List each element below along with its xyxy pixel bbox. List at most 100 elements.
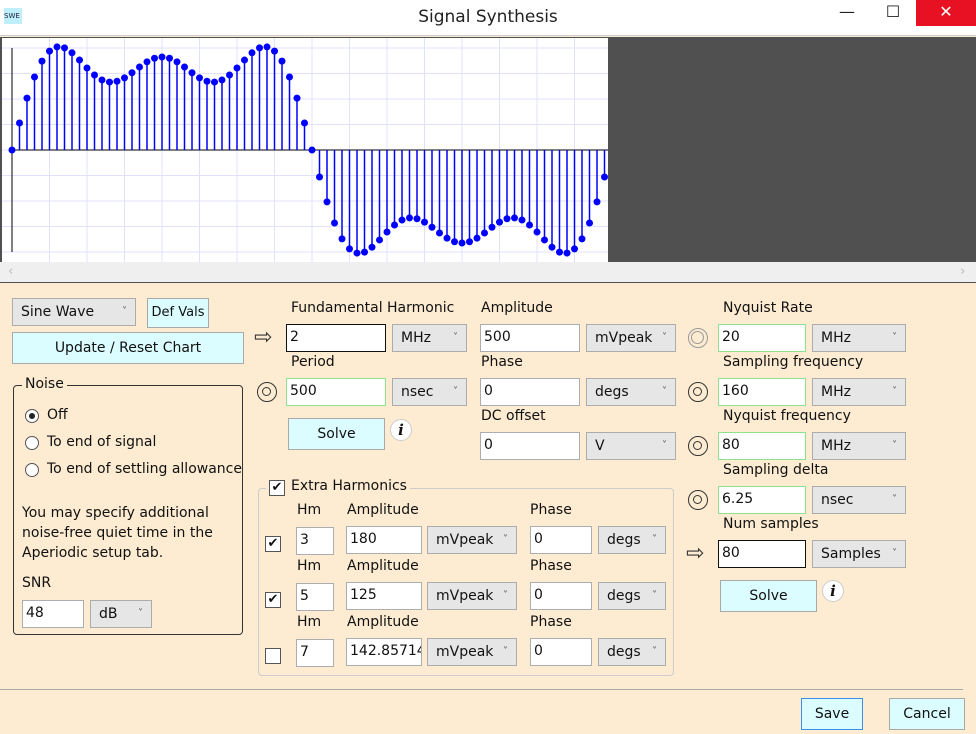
period-unit-select[interactable]: nsec ˅ xyxy=(392,378,467,406)
sample-point xyxy=(593,198,601,206)
snr-unit-select[interactable]: dB ˅ xyxy=(90,600,152,628)
nyquist-rate-input[interactable]: 20 xyxy=(718,324,806,352)
info-icon[interactable]: i xyxy=(822,580,844,602)
waveform-select[interactable]: Sine Wave ˅ xyxy=(12,298,136,326)
noise-note: You may specify additional noise-free qu… xyxy=(22,505,213,561)
harmonic-amplitude-input[interactable]: 142.857142 xyxy=(346,638,422,666)
harmonic-phase-unit-select[interactable]: degs ˅ xyxy=(598,638,666,666)
sample-point xyxy=(293,94,301,102)
sample-point xyxy=(563,249,571,257)
chevron-down-icon: ˅ xyxy=(503,646,508,657)
fundamental-unit-select[interactable]: MHz ˅ xyxy=(392,324,467,352)
noise-end-settling-radio[interactable] xyxy=(25,463,39,477)
nyquist-frequency-input[interactable]: 80 xyxy=(718,432,806,460)
minimize-button[interactable]: — xyxy=(824,0,870,26)
target-radio-icon[interactable] xyxy=(688,328,708,348)
harmonic-amplitude-input[interactable]: 125 xyxy=(346,582,422,610)
def-vals-button[interactable]: Def Vals xyxy=(147,298,209,328)
arrow-right-icon[interactable]: ⇨ xyxy=(686,543,704,565)
harmonic-enable-checkbox[interactable] xyxy=(265,648,281,664)
harmonic-amplitude-unit-select[interactable]: mVpeak ˅ xyxy=(427,582,517,610)
harmonic-number-input[interactable]: 5 xyxy=(296,583,334,611)
harmonic-phase-unit-value: degs xyxy=(607,588,641,604)
harmonic-amplitude-unit-select[interactable]: mVpeak ˅ xyxy=(427,526,517,554)
sample-point xyxy=(121,74,128,82)
sample-point xyxy=(271,47,278,55)
noise-end-signal-radio[interactable] xyxy=(25,436,39,450)
harmonic-enable-checkbox[interactable]: ✔ xyxy=(265,592,281,608)
chart-horizontal-scrollbar[interactable]: ‹ › xyxy=(0,262,976,282)
num-samples-input[interactable]: 80 xyxy=(718,540,806,568)
harmonic-amplitude-unit-select[interactable]: mVpeak ˅ xyxy=(427,638,517,666)
harmonic-number-input[interactable]: 3 xyxy=(296,527,334,555)
phase-input[interactable]: 0 xyxy=(480,378,580,406)
harmonic-phase-input[interactable]: 0 xyxy=(530,526,592,554)
snr-input[interactable]: 48 xyxy=(22,600,84,628)
sample-point xyxy=(361,248,368,256)
harmonic-phase-unit-select[interactable]: degs ˅ xyxy=(598,582,666,610)
harmonic-phase-unit-select[interactable]: degs ˅ xyxy=(598,526,666,554)
sample-point xyxy=(301,119,308,127)
sampling-solve-button[interactable]: Solve xyxy=(720,580,817,612)
period-input[interactable]: 500 xyxy=(286,378,386,406)
sample-point xyxy=(601,173,608,181)
cancel-button[interactable]: Cancel xyxy=(889,698,965,730)
num-samples-label: Num samples xyxy=(723,516,819,532)
update-reset-chart-button[interactable]: Update / Reset Chart xyxy=(12,332,244,364)
sample-point xyxy=(23,94,31,102)
num-samples-unit-select[interactable]: Samples ˅ xyxy=(812,540,906,568)
hm-label: Hm xyxy=(297,614,322,630)
target-radio-icon[interactable] xyxy=(688,490,708,510)
close-button[interactable]: ✕ xyxy=(916,0,976,26)
noise-off-label[interactable]: Off xyxy=(47,407,68,423)
save-button[interactable]: Save xyxy=(801,698,863,730)
fundamental-solve-button[interactable]: Solve xyxy=(288,418,385,450)
sampling-delta-unit-select[interactable]: nsec ˅ xyxy=(812,486,906,514)
target-radio-icon[interactable] xyxy=(257,382,277,402)
dc-offset-input[interactable]: 0 xyxy=(480,432,580,460)
sample-point xyxy=(331,219,338,227)
sample-point xyxy=(518,216,526,224)
dc-offset-unit-select[interactable]: V ˅ xyxy=(586,432,676,460)
info-icon[interactable]: i xyxy=(390,419,412,441)
fundamental-input[interactable]: 2 xyxy=(286,324,386,352)
target-radio-icon[interactable] xyxy=(688,436,708,456)
sample-point xyxy=(278,57,286,65)
sampling-frequency-unit-select[interactable]: MHz ˅ xyxy=(812,378,906,406)
noise-end-settling-label[interactable]: To end of settling allowance xyxy=(47,461,242,477)
chevron-down-icon: ˅ xyxy=(662,440,667,451)
chevron-down-icon: ˅ xyxy=(122,306,127,317)
harmonic-phase-input[interactable]: 0 xyxy=(530,582,592,610)
scroll-right-icon[interactable]: › xyxy=(960,263,965,279)
noise-group-title: Noise xyxy=(22,376,67,392)
harmonic-amplitude-input[interactable]: 180 xyxy=(346,526,422,554)
maximize-button[interactable]: ☐ xyxy=(870,0,916,26)
target-radio-icon[interactable] xyxy=(688,382,708,402)
harmonic-enable-checkbox[interactable]: ✔ xyxy=(265,536,281,552)
sample-point xyxy=(173,58,181,66)
amplitude-input[interactable]: 500 xyxy=(480,324,580,352)
noise-end-signal-label[interactable]: To end of signal xyxy=(47,434,156,450)
sample-point xyxy=(106,78,113,86)
nyquist-rate-unit-select[interactable]: MHz ˅ xyxy=(812,324,906,352)
harmonic-number-input[interactable]: 7 xyxy=(296,639,334,667)
harmonic-phase-input[interactable]: 0 xyxy=(530,638,592,666)
sample-point xyxy=(473,234,481,242)
sample-point xyxy=(548,243,556,251)
noise-off-radio[interactable] xyxy=(25,409,39,423)
phase-unit-select[interactable]: degs ˅ xyxy=(586,378,676,406)
sampling-frequency-input[interactable]: 160 xyxy=(718,378,806,406)
sample-point xyxy=(211,78,218,86)
extra-harmonics-checkbox[interactable]: ✔ xyxy=(269,480,285,496)
scroll-left-icon[interactable]: ‹ xyxy=(8,263,13,279)
sampling-delta-input[interactable]: 6.25 xyxy=(718,486,806,514)
sample-point xyxy=(503,215,511,223)
amplitude-unit-select[interactable]: mVpeak ˅ xyxy=(586,324,676,352)
arrow-right-icon[interactable]: ⇨ xyxy=(254,327,272,349)
nyquist-frequency-unit-select[interactable]: MHz ˅ xyxy=(812,432,906,460)
sample-point xyxy=(533,228,541,236)
sample-point xyxy=(488,223,496,231)
chevron-down-icon: ˅ xyxy=(892,386,897,397)
sample-point xyxy=(196,74,203,82)
harmonic-amplitude-unit-value: mVpeak xyxy=(436,644,494,660)
